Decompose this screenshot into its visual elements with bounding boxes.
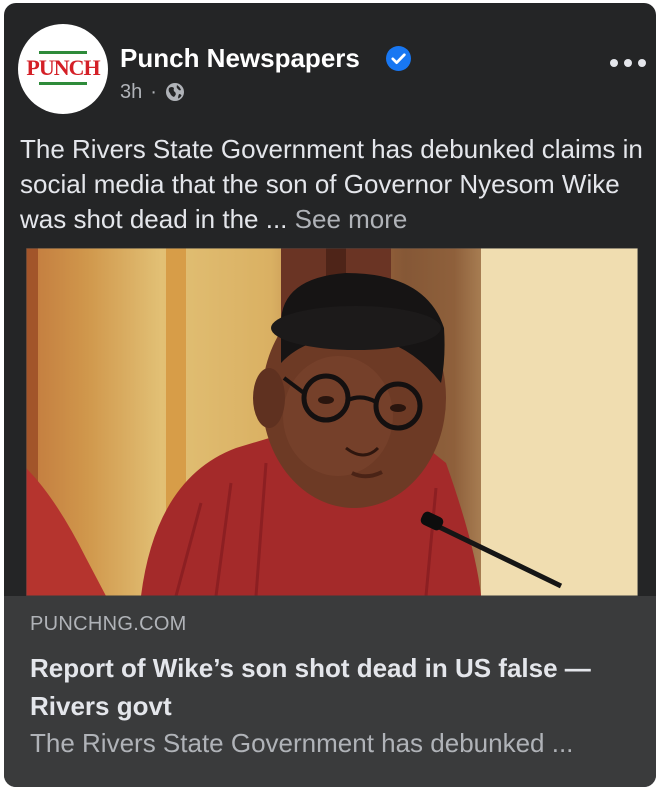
link-description: The Rivers State Government has debunked… (30, 728, 574, 758)
logo-green-bar (39, 51, 87, 54)
more-dot (638, 59, 646, 67)
more-dot (610, 59, 618, 67)
globe-icon (165, 83, 184, 101)
link-preview[interactable]: PUNCHNG.COM Report of Wike’s son shot de… (4, 596, 656, 787)
post-card: PUNCH Punch Newspapers 3h · The Rivers S… (4, 3, 656, 787)
link-headline[interactable]: Report of Wike’s son shot dead in US fal… (30, 649, 630, 725)
truncation-ellipsis: ... (258, 204, 288, 234)
meta-separator: · (150, 80, 157, 103)
link-domain: PUNCHNG.COM (30, 613, 187, 635)
post-text: The Rivers State Government has debunked… (20, 132, 644, 237)
logo-text: PUNCH (26, 55, 100, 80)
logo-green-bar (39, 82, 87, 85)
post-time[interactable]: 3h (120, 81, 142, 104)
see-more-link[interactable]: See more (295, 204, 408, 234)
more-options-icon[interactable] (610, 53, 646, 73)
more-dot (624, 59, 632, 67)
verified-badge-icon (386, 46, 411, 71)
post-photo[interactable] (26, 248, 638, 596)
page-name[interactable]: Punch Newspapers (120, 43, 360, 74)
punch-logo: PUNCH (25, 49, 101, 89)
page-avatar[interactable]: PUNCH (18, 24, 108, 114)
post-meta: 3h · (120, 80, 185, 104)
